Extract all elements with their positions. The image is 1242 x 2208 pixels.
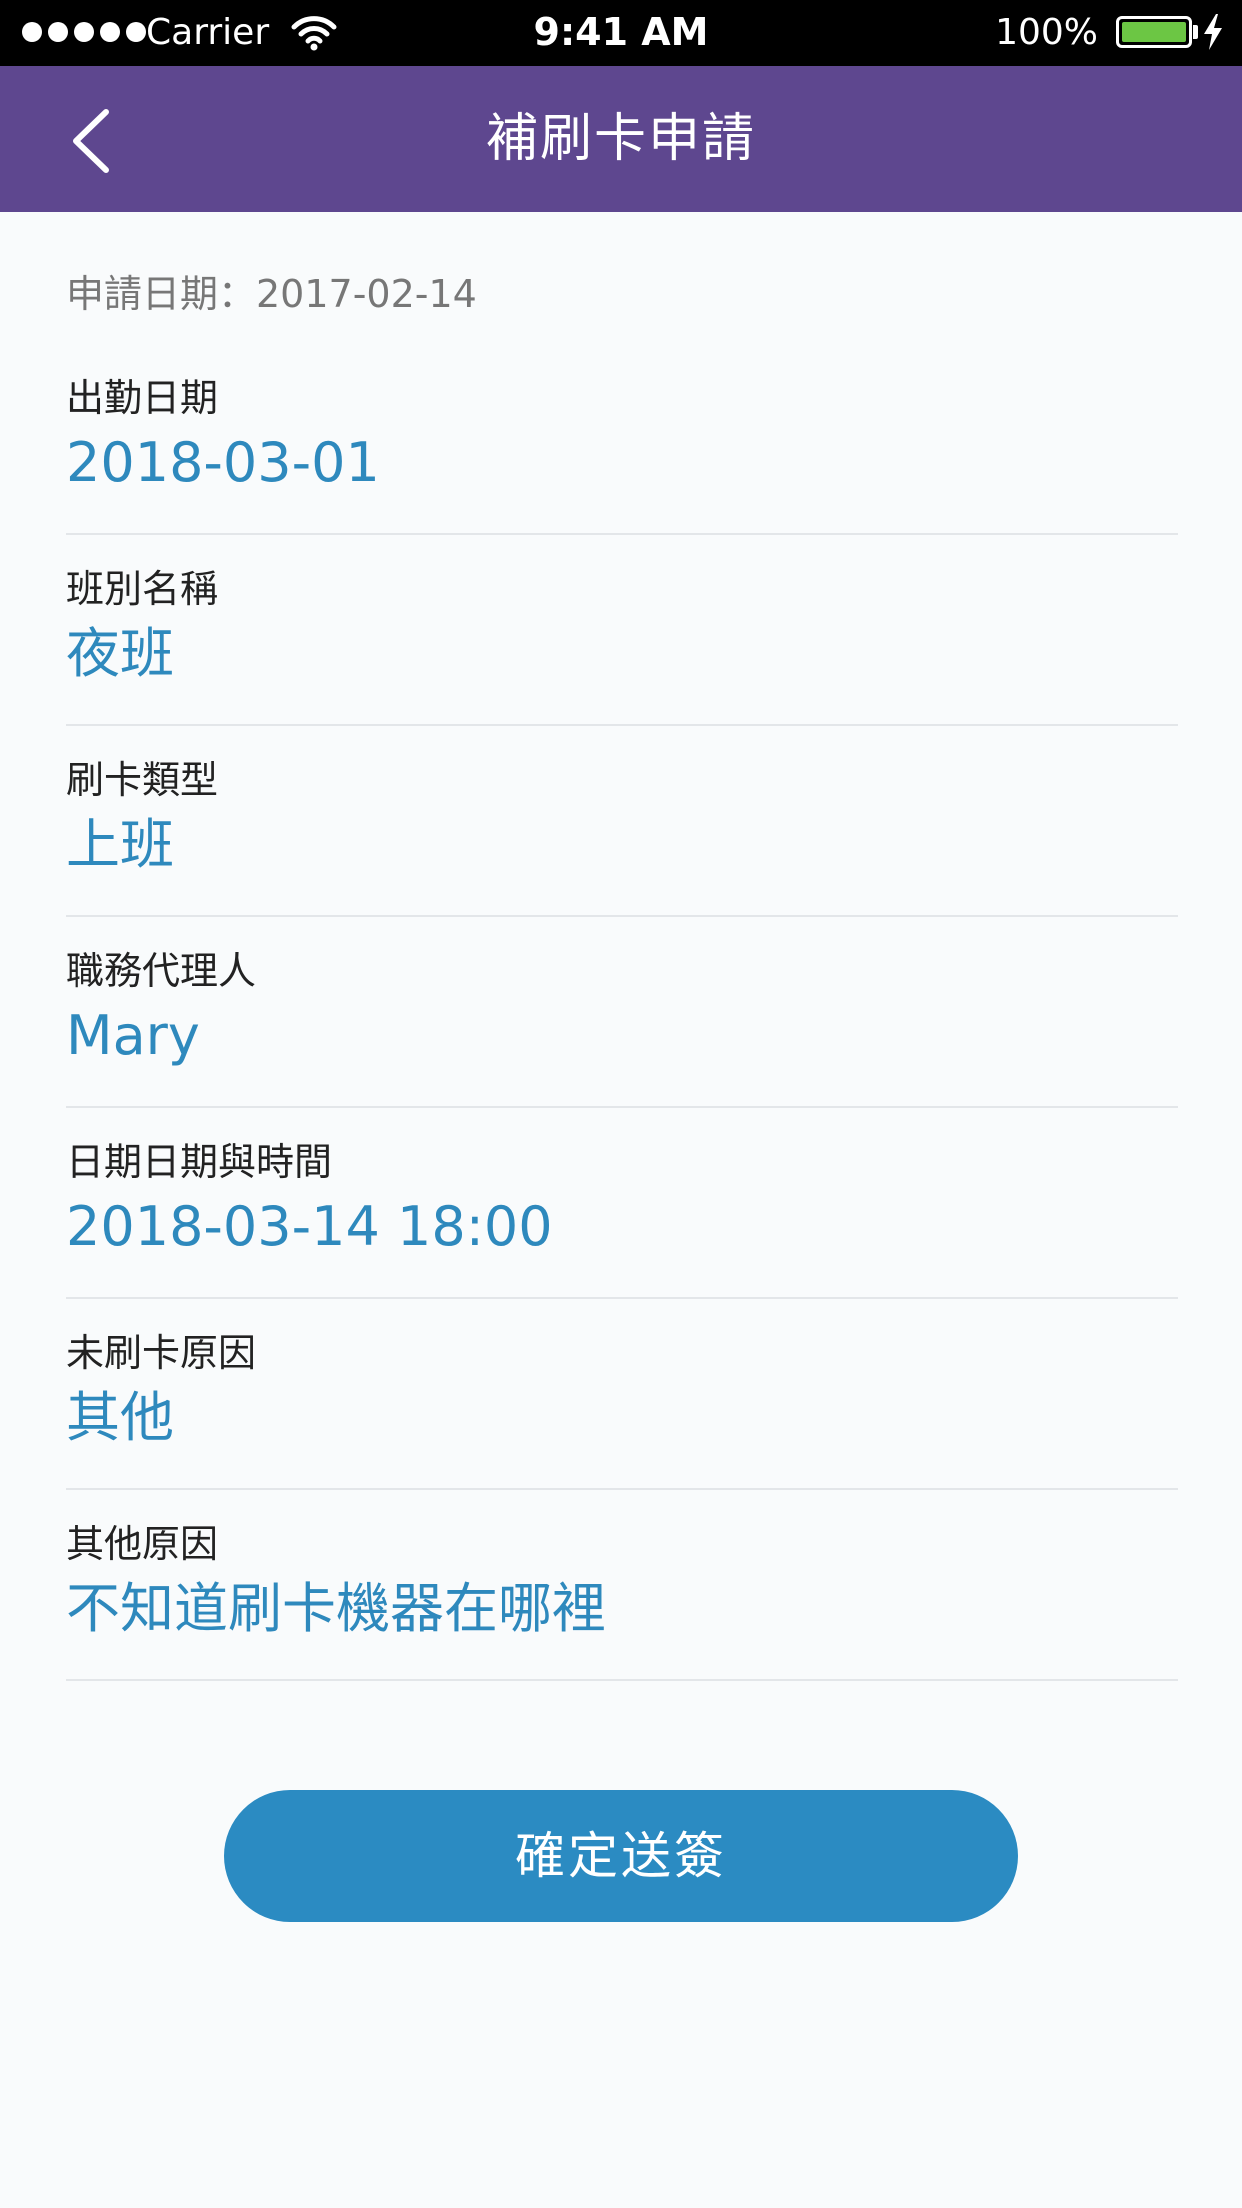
apply-date: 申請日期：2017-02-14 [66,272,477,316]
nav-bar: 補刷卡申請 [0,66,1242,212]
field-label: 日期日期與時間 [66,1140,333,1184]
field-attendance-date[interactable]: 出勤日期 2018-03-01 [66,344,1178,535]
bolt-icon [1204,14,1222,50]
field-deputy[interactable]: 職務代理人 Mary [66,917,1178,1108]
field-value[interactable]: 2018-03-14 18:00 [66,1196,553,1258]
field-missed-reason[interactable]: 未刷卡原因 其他 [66,1299,1178,1490]
status-bar: Carrier 9:41 AM 100% [0,0,1242,66]
field-date-time[interactable]: 日期日期與時間 2018-03-14 18:00 [66,1108,1178,1299]
field-label: 出勤日期 [66,376,219,420]
field-value[interactable]: 不知道刷卡機器在哪裡 [66,1578,606,1640]
field-value[interactable]: 其他 [66,1387,174,1449]
field-punch-type[interactable]: 刷卡類型 上班 [66,726,1178,917]
field-value[interactable]: 夜班 [66,623,174,685]
field-value[interactable]: Mary [66,1005,200,1067]
battery-icon [1116,16,1192,48]
field-other-reason[interactable]: 其他原因 不知道刷卡機器在哪裡 [66,1490,1178,1681]
field-label: 班別名稱 [66,567,219,611]
page-title: 補刷卡申請 [485,109,756,169]
field-value[interactable]: 上班 [66,814,174,876]
field-label: 未刷卡原因 [66,1331,257,1375]
field-label: 刷卡類型 [66,758,219,802]
battery-nub [1193,25,1198,39]
field-label: 其他原因 [66,1522,219,1566]
field-value[interactable]: 2018-03-01 [66,432,380,494]
field-shift-name[interactable]: 班別名稱 夜班 [66,535,1178,726]
field-label: 職務代理人 [66,949,257,993]
battery-percent: 100% [995,12,1098,53]
submit-button[interactable]: 確定送簽 [224,1790,1018,1922]
